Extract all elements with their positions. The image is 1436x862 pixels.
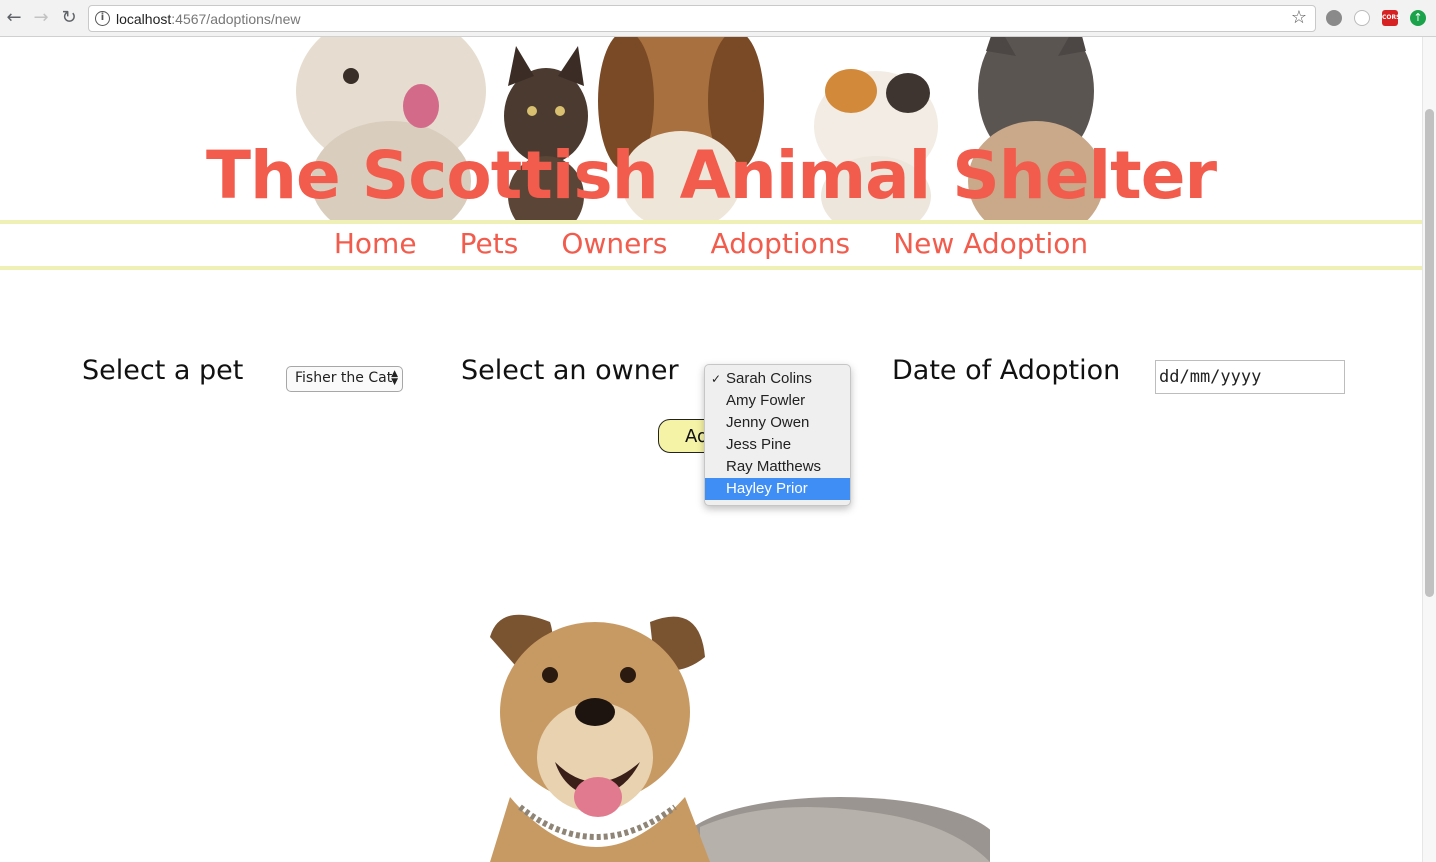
date-label: Date of Adoption (892, 355, 1121, 386)
forward-arrow-icon[interactable]: → (30, 7, 52, 29)
main-nav: Home Pets Owners Adoptions New Adoption (0, 220, 1422, 270)
back-arrow-icon[interactable]: ← (3, 7, 25, 29)
owner-option-label: Ray Matthews (726, 458, 822, 475)
pet-select[interactable]: Fisher the Cat ▲ ▼ (286, 366, 403, 392)
extension-cors-label: CORS (1382, 14, 1401, 21)
owner-label: Select an owner (461, 355, 679, 386)
bookmark-star-icon[interactable]: ☆ (1291, 7, 1307, 28)
reload-icon[interactable]: ↻ (58, 7, 80, 29)
pet-label: Select a pet (82, 355, 244, 386)
pet-select-value: Fisher the Cat (295, 370, 393, 386)
extension-cors-icon[interactable]: CORS (1382, 10, 1401, 26)
owner-option-label: Amy Fowler (726, 392, 806, 409)
owner-option[interactable]: ✓ Sarah Colins (705, 368, 850, 390)
owner-option[interactable]: Amy Fowler (705, 390, 850, 412)
date-placeholder: dd/mm/yyyy (1159, 367, 1262, 387)
nav-link-home[interactable]: Home (334, 224, 417, 264)
owner-option-label: Jenny Owen (726, 414, 810, 431)
dog-and-cat-image (490, 614, 990, 862)
info-icon[interactable]: i (95, 11, 110, 26)
url-path: :4567/adoptions/new (171, 11, 301, 27)
nav-link-new-adoption[interactable]: New Adoption (893, 224, 1088, 264)
checkmark-icon: ✓ (711, 372, 722, 386)
owner-option[interactable]: Jenny Owen (705, 412, 850, 434)
nav-link-adoptions[interactable]: Adoptions (711, 224, 851, 264)
owner-option-highlighted[interactable]: Hayley Prior (705, 478, 850, 500)
owner-option[interactable]: Ray Matthews (705, 456, 850, 478)
scrollbar-thumb[interactable] (1425, 109, 1434, 597)
url-host: localhost (116, 11, 172, 27)
page-viewport: The Scottish Animal Shelter Home Pets Ow… (0, 37, 1422, 862)
owner-option[interactable]: Jess Pine (705, 434, 850, 456)
nav-link-owners[interactable]: Owners (561, 224, 667, 264)
extension-upload-icon[interactable]: ↑ (1410, 10, 1426, 26)
nav-link-pets[interactable]: Pets (460, 224, 519, 264)
owner-option-label: Jess Pine (726, 436, 792, 453)
select-arrows-icon: ▲ ▼ (391, 369, 398, 387)
owner-select-dropdown[interactable]: ✓ Sarah Colins Amy Fowler Jenny Owen Jess… (704, 364, 851, 506)
extension-circle-icon[interactable] (1354, 10, 1370, 26)
url-text[interactable]: localhost:4567/adoptions/new (116, 11, 300, 27)
address-bar[interactable]: i localhost:4567/adoptions/new ☆ (88, 5, 1316, 32)
page-scrollbar[interactable] (1422, 37, 1436, 862)
site-title: The Scottish Animal Shelter (205, 137, 1217, 214)
browser-toolbar: ← → ↻ i localhost:4567/adoptions/new ☆ C… (0, 0, 1436, 37)
owner-option-label: Sarah Colins (726, 370, 812, 387)
hero-banner: The Scottish Animal Shelter (0, 37, 1422, 220)
adoption-date-input[interactable]: dd/mm/yyyy (1155, 360, 1345, 394)
extension-gear-icon[interactable] (1326, 10, 1342, 26)
owner-option-label: Hayley Prior (726, 480, 808, 497)
